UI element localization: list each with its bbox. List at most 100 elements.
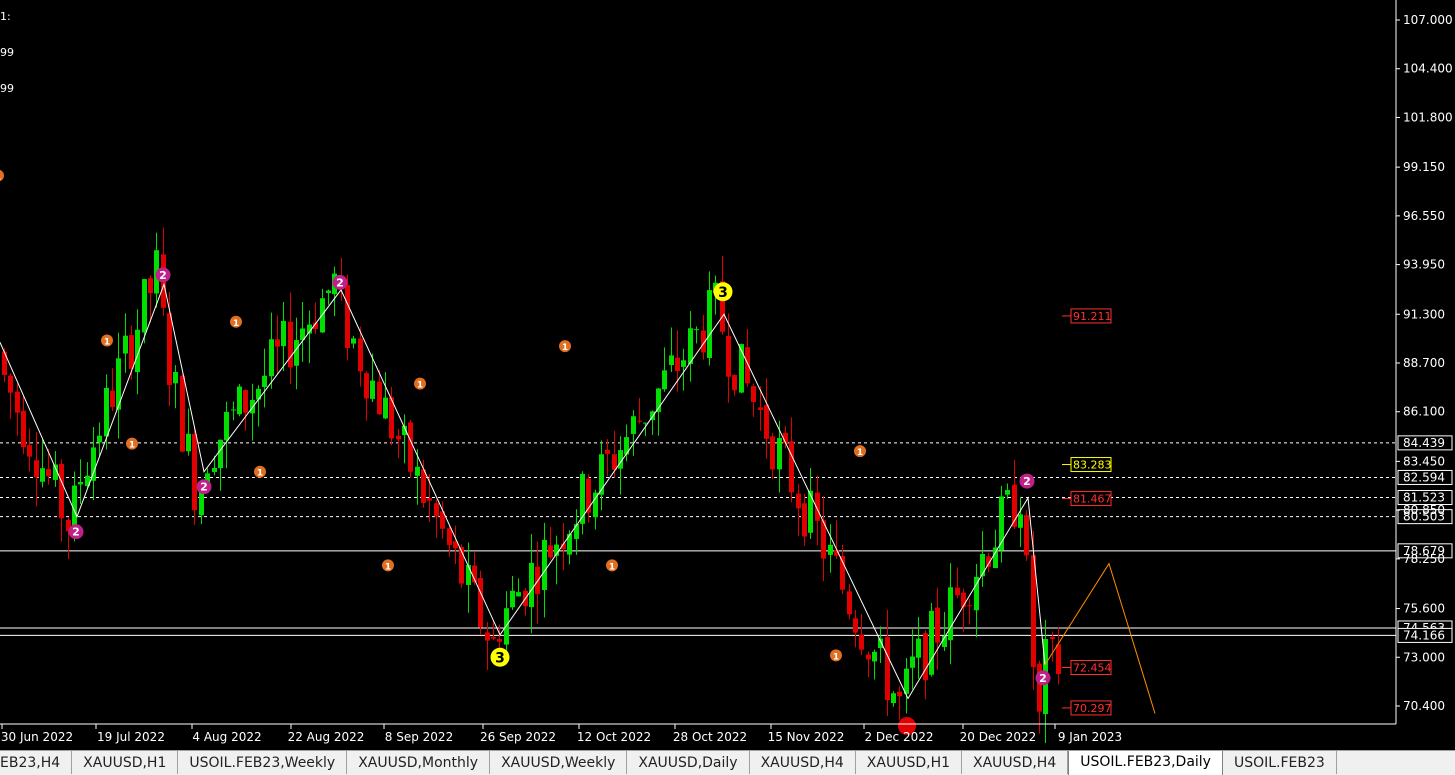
bull-candle [326, 290, 331, 294]
wave-marker-label: 1 [257, 469, 263, 479]
wave-marker-label: 1 [857, 448, 863, 458]
wave-marker-label: 1 [0, 173, 1, 183]
bear-candle [853, 618, 858, 633]
bull-candle [78, 481, 83, 485]
bear-candle [478, 577, 483, 628]
chart-tab[interactable]: XAUUSD,H1 [856, 751, 963, 774]
chart-tab[interactable]: XAUUSD,Daily [627, 751, 750, 774]
bear-candle [421, 469, 426, 503]
date-tick-label: 15 Nov 2022 [768, 730, 845, 744]
date-tick-label: 20 Dec 2022 [960, 730, 1037, 744]
bull-candle [173, 371, 178, 384]
chart-tab[interactable]: XAUUSD,Weekly [490, 751, 628, 774]
chart-tab[interactable]: EB23,H4 [0, 751, 73, 774]
target-value: 72.454 [1073, 662, 1112, 675]
bull-candle [631, 416, 636, 434]
price-tick-label: 80.850 [1403, 503, 1445, 517]
wave-marker-3: 3 [713, 282, 733, 302]
wave-marker-3: 3 [490, 647, 510, 667]
price-tick-label: 107.000 [1403, 13, 1453, 27]
wave-marker-label: 2 [336, 276, 344, 289]
bull-candle [916, 638, 921, 658]
bear-candle [15, 391, 20, 413]
chart-tab[interactable]: USOIL.FEB23,Weekly [178, 751, 348, 774]
info-fragment: 99 [0, 46, 14, 59]
bear-candle [764, 404, 769, 439]
bear-candle [434, 503, 439, 517]
bull-candle [694, 329, 699, 331]
info-fragment: 1: [0, 10, 11, 23]
bull-candle [707, 290, 712, 359]
chart-tab[interactable]: XAUUSD,H4 [962, 751, 1069, 774]
wave-marker-label: 3 [718, 285, 728, 301]
bear-candle [859, 634, 864, 650]
bull-candle [370, 380, 375, 399]
date-tick-label: 2 Dec 2022 [864, 730, 933, 744]
bear-candle [637, 420, 642, 422]
chart-tab[interactable]: USOIL.FEB23 [1223, 751, 1337, 774]
bull-candle [891, 693, 896, 704]
bull-candle [948, 587, 953, 641]
bear-candle [447, 528, 452, 546]
price-tick-label: 75.600 [1403, 602, 1445, 616]
bull-candle [872, 651, 877, 662]
bull-candle [904, 668, 909, 694]
bull-candle [929, 610, 934, 675]
bull-candle [218, 439, 223, 469]
wave-marker-label: 2 [72, 526, 80, 539]
bear-candle [345, 285, 350, 349]
price-chart[interactable]: 84.43982.59481.52380.50378.67974.56374.1… [0, 0, 1455, 750]
bear-candle [885, 637, 890, 701]
bull-candle [529, 562, 534, 608]
bear-candle [802, 503, 807, 537]
level-price-label: 82.594 [1403, 470, 1445, 484]
bull-candle [808, 490, 813, 533]
wave-marker-label: 3 [495, 650, 505, 666]
bull-candle [688, 328, 693, 364]
bull-candle [828, 544, 833, 555]
price-tick-label: 73.000 [1403, 650, 1445, 664]
bear-candle [192, 433, 197, 511]
bear-candle [408, 422, 413, 472]
bull-candle [1005, 490, 1010, 495]
bull-candle [186, 433, 191, 452]
bull-candle [574, 524, 579, 539]
price-axis[interactable]: 107.000 104.400 101.800 99.150 96.550 93.950 9… [1396, 13, 1453, 713]
bull-candle [294, 340, 299, 366]
wave-marker-label: 1 [562, 343, 568, 353]
wave-marker-label: 2 [1023, 475, 1031, 488]
bear-candle [1050, 636, 1055, 640]
bear-candle [427, 498, 432, 501]
wave-marker-2: 2 [332, 274, 348, 290]
chart-tab[interactable]: XAUUSD,H1 [72, 751, 179, 774]
bull-candle [980, 554, 985, 577]
date-tick-label: 12 Oct 2022 [577, 730, 651, 744]
bull-candle [599, 454, 604, 495]
price-tick-label: 88.700 [1403, 356, 1445, 370]
bull-candle [777, 438, 782, 470]
bull-candle [504, 608, 509, 645]
info-fragment: 99 [0, 82, 14, 95]
bull-candle [256, 388, 261, 400]
bear-candle [675, 357, 680, 372]
bull-candle [542, 539, 547, 590]
bull-candle [415, 466, 420, 476]
bear-candle [396, 435, 401, 440]
bear-candle [866, 654, 871, 660]
wave-marker-label: 1 [609, 562, 615, 572]
bull-candle [993, 547, 998, 569]
bull-candle [466, 565, 471, 585]
bear-candle [46, 469, 51, 477]
wave-marker-label: 2 [1039, 672, 1047, 685]
wave-marker-2: 2 [68, 524, 84, 540]
chart-tabs-bar: EB23,H4 XAUUSD,H1 USOIL.FEB23,Weekly XAUUSD… [0, 750, 1455, 775]
chart-tab[interactable]: XAUUSD,H4 [750, 751, 856, 774]
bear-candle [485, 632, 490, 641]
date-tick-label: 30 Jun 2022 [1, 730, 73, 744]
date-tick-label: 19 Jul 2022 [97, 730, 165, 744]
chart-tab[interactable]: XAUUSD,Monthly [347, 751, 491, 774]
bear-candle [167, 313, 172, 386]
chart-tab[interactable]: USOIL.FEB23,Daily [1068, 751, 1223, 775]
date-tick-label: 22 Aug 2022 [288, 730, 365, 744]
bull-candle [97, 435, 102, 443]
